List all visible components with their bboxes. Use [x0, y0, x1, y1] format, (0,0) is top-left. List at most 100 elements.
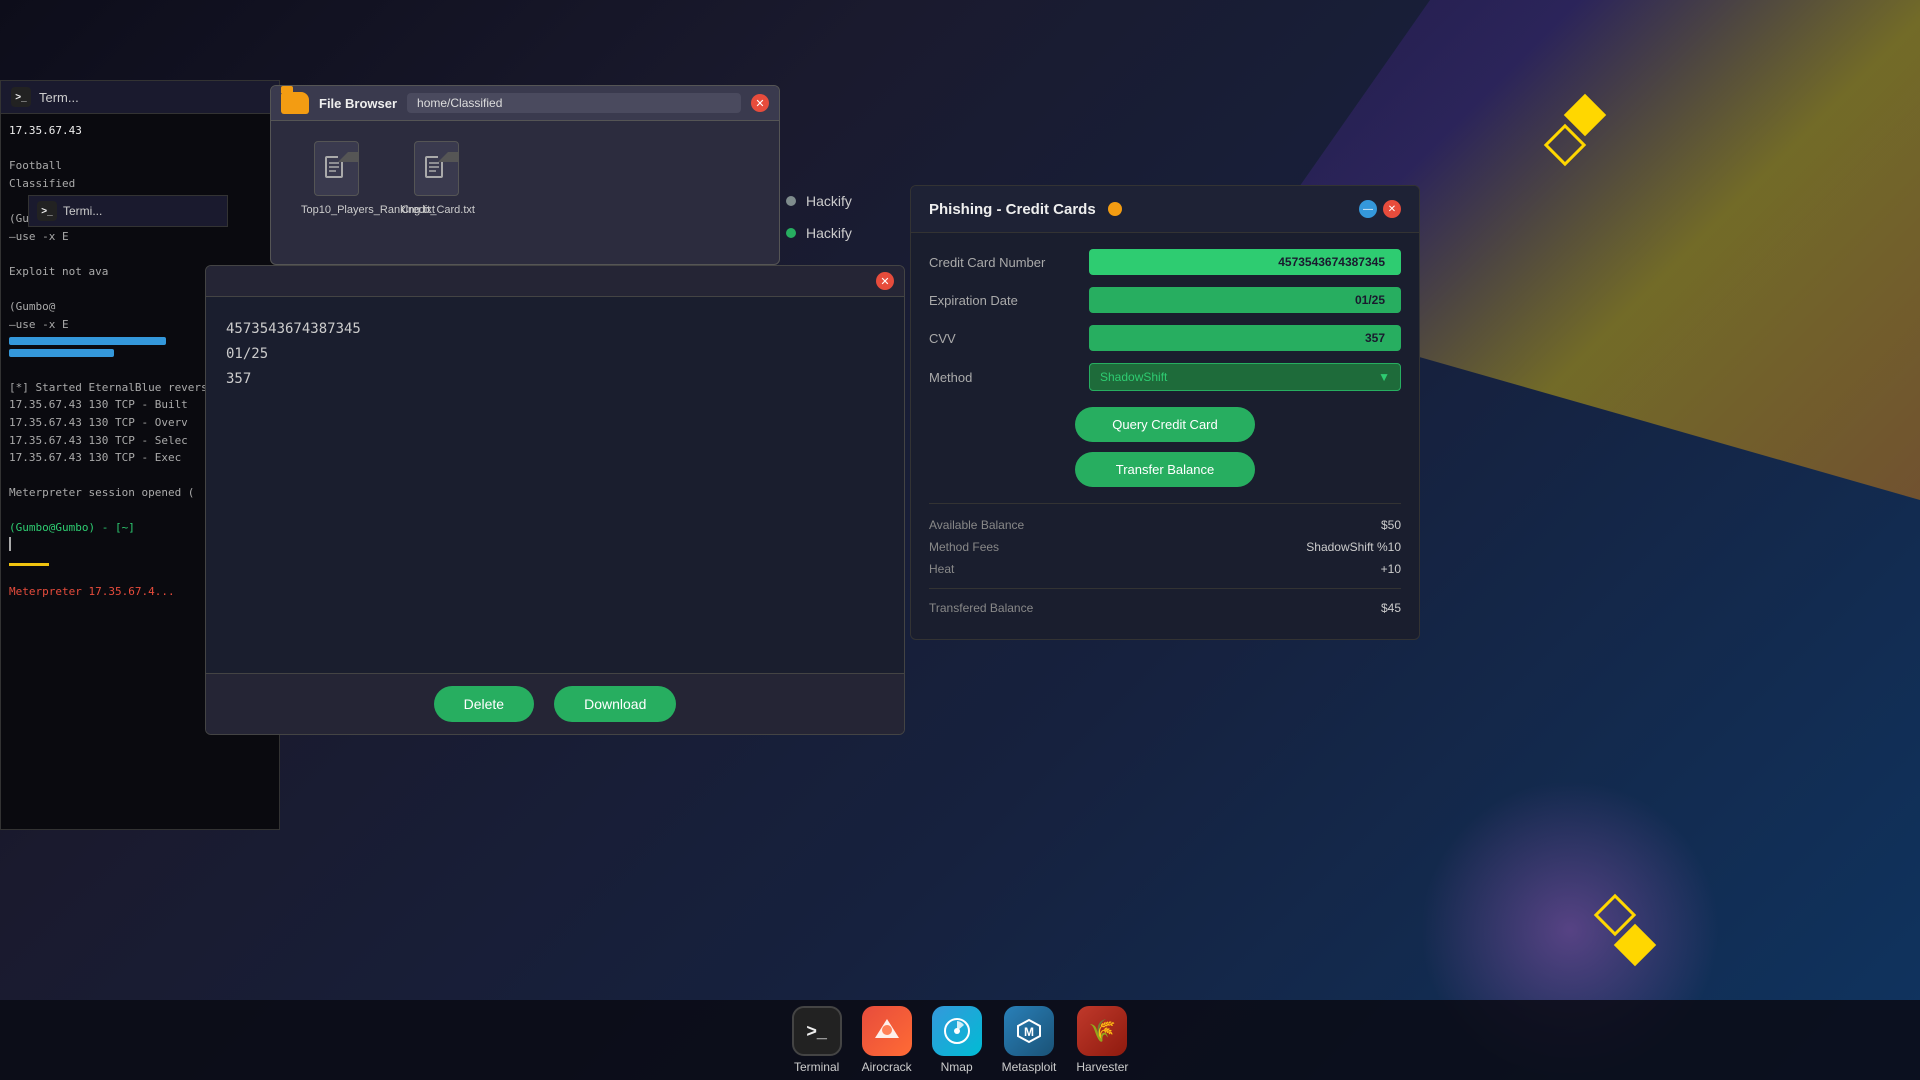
hackify-panel-title: Phishing - Credit Cards	[929, 201, 1096, 218]
heat-label: Heat	[929, 562, 954, 576]
terminal-line-use1: —use -x E	[9, 228, 271, 246]
terminal-titlebar-main: >_ Term...	[1, 81, 279, 114]
taskbar-label-airocrack: Airocrack	[862, 1060, 912, 1074]
hackify-minimize-button[interactable]: —	[1359, 200, 1377, 218]
folder-icon	[281, 92, 309, 114]
method-fees-row: Method Fees ShadowShift %10	[929, 540, 1401, 554]
file-browser-path: home/Classified	[407, 93, 741, 113]
cvv-row: CVV 357	[929, 325, 1401, 351]
hackify-close-button[interactable]: ✕	[1383, 200, 1401, 218]
method-label: Method	[929, 370, 1089, 385]
expiry-line: 01/25	[226, 342, 884, 367]
taskbar-harvester[interactable]: 🌾 Harvester	[1076, 1006, 1128, 1074]
terminal-title-2: Termi...	[63, 204, 102, 218]
progress-bar-1	[9, 337, 166, 345]
text-viewer-content: 4573543674387345 01/25 357	[206, 297, 904, 673]
expiry-value: 01/25	[1089, 287, 1401, 313]
cvv-value: 357	[1089, 325, 1401, 351]
taskbar-icon-terminal: >_	[792, 1006, 842, 1056]
cc-number-label: Credit Card Number	[929, 255, 1089, 270]
transferred-value: $45	[1381, 601, 1401, 615]
file-icon-top10	[314, 141, 359, 196]
transferred-label: Transfered Balance	[929, 601, 1033, 615]
query-credit-card-button[interactable]: Query Credit Card	[1075, 407, 1255, 442]
terminal-line-football: Football	[9, 157, 271, 175]
download-button[interactable]: Download	[554, 686, 676, 722]
file-browser-window: File Browser home/Classified ✕ Top10_Pla…	[270, 85, 780, 265]
hackify-item-1[interactable]: Hackify	[770, 185, 868, 217]
method-dropdown-icon: ▼	[1378, 370, 1390, 384]
taskbar: >_ Terminal Airocrack Nmap M Metasploit …	[0, 1000, 1920, 1080]
hackify-header: Phishing - Credit Cards — ✕	[911, 186, 1419, 233]
taskbar-airocrack[interactable]: Airocrack	[862, 1006, 912, 1074]
text-viewer-titlebar: ✕	[206, 266, 904, 297]
taskbar-metasploit[interactable]: M Metasploit	[1002, 1006, 1057, 1074]
terminal-cursor	[9, 537, 11, 551]
hackify-sidebar: Hackify Hackify	[770, 185, 868, 249]
text-viewer-footer: Delete Download	[206, 673, 904, 734]
terminal-title-main: Term...	[39, 90, 79, 105]
file-item-credit[interactable]: Credit_Card.txt	[401, 141, 471, 216]
method-fees-value: ShadowShift %10	[1306, 540, 1401, 554]
expiry-row: Expiration Date 01/25	[929, 287, 1401, 313]
taskbar-label-metasploit: Metasploit	[1002, 1060, 1057, 1074]
hackify-dot-2	[786, 228, 796, 238]
method-value: ShadowShift	[1100, 370, 1167, 384]
heat-value: +10	[1381, 562, 1401, 576]
available-balance-label: Available Balance	[929, 518, 1024, 532]
terminal-window-2: >_ Termi...	[28, 195, 228, 227]
file-icon-credit	[414, 141, 459, 196]
method-select[interactable]: ShadowShift ▼	[1089, 363, 1401, 391]
hackify-info: Available Balance $50 Method Fees Shadow…	[929, 503, 1401, 615]
terminal-ip: 17.35.67.43	[9, 122, 271, 140]
taskbar-terminal[interactable]: >_ Terminal	[792, 1006, 842, 1074]
transferred-balance-row: Transfered Balance $45	[929, 601, 1401, 615]
file-label-top10: Top10_Players_Ranking.txt	[301, 204, 371, 216]
hackify-label-1: Hackify	[806, 193, 852, 209]
terminal-line-classified: Classified	[9, 175, 271, 193]
taskbar-icon-nmap	[932, 1006, 982, 1056]
divider	[929, 588, 1401, 589]
cvv-label: CVV	[929, 331, 1089, 346]
terminal-icon-main: >_	[11, 87, 31, 107]
hackify-item-2[interactable]: Hackify	[770, 217, 868, 249]
file-browser-title: File Browser	[319, 96, 397, 111]
method-row: Method ShadowShift ▼	[929, 363, 1401, 391]
transfer-balance-button[interactable]: Transfer Balance	[1075, 452, 1255, 487]
taskbar-label-terminal: Terminal	[794, 1060, 839, 1074]
harvester-icon-glyph: 🌾	[1089, 1018, 1116, 1044]
file-browser-titlebar: File Browser home/Classified ✕	[271, 86, 779, 121]
taskbar-icon-airocrack	[862, 1006, 912, 1056]
hackify-dot-1	[786, 196, 796, 206]
heat-row: Heat +10	[929, 562, 1401, 576]
taskbar-label-harvester: Harvester	[1076, 1060, 1128, 1074]
expiry-label: Expiration Date	[929, 293, 1089, 308]
file-item-top10[interactable]: Top10_Players_Ranking.txt	[301, 141, 371, 216]
hackify-content: Credit Card Number 4573543674387345 Expi…	[911, 233, 1419, 639]
hackify-status-dot	[1108, 202, 1122, 216]
taskbar-icon-harvester: 🌾	[1077, 1006, 1127, 1056]
hackify-buttons: Query Credit Card Transfer Balance	[929, 407, 1401, 487]
progress-bar-2	[9, 349, 114, 357]
cvv-line: 357	[226, 367, 884, 392]
taskbar-nmap[interactable]: Nmap	[932, 1006, 982, 1074]
terminal-line-yellow	[9, 563, 49, 566]
svg-text:M: M	[1024, 1025, 1034, 1039]
method-fees-label: Method Fees	[929, 540, 999, 554]
taskbar-icon-metasploit: M	[1004, 1006, 1054, 1056]
terminal-icon-2: >_	[37, 201, 57, 221]
file-browser-content: Top10_Players_Ranking.txt Credit_Card.tx…	[271, 121, 779, 236]
text-viewer-close-button[interactable]: ✕	[876, 272, 894, 290]
hackify-label-2: Hackify	[806, 225, 852, 241]
credit-card-number-line: 4573543674387345	[226, 317, 884, 342]
delete-button[interactable]: Delete	[434, 686, 534, 722]
text-viewer-modal: ✕ 4573543674387345 01/25 357 Delete Down…	[205, 265, 905, 735]
cc-number-value: 4573543674387345	[1089, 249, 1401, 275]
file-browser-close-button[interactable]: ✕	[751, 94, 769, 112]
taskbar-label-nmap: Nmap	[941, 1060, 973, 1074]
file-label-credit: Credit_Card.txt	[401, 204, 471, 216]
cc-number-row: Credit Card Number 4573543674387345	[929, 249, 1401, 275]
hackify-panel: Phishing - Credit Cards — ✕ Credit Card …	[910, 185, 1420, 640]
terminal-icon-glyph: >_	[806, 1021, 827, 1042]
hackify-window-controls: — ✕	[1359, 200, 1401, 218]
